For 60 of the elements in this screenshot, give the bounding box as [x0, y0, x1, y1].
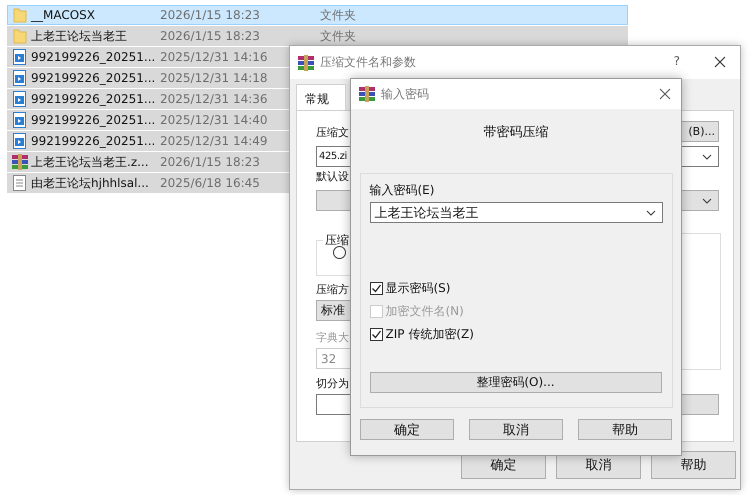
- folder-icon: [12, 7, 26, 23]
- checkbox[interactable]: [370, 328, 382, 341]
- dialog-button[interactable]: 取消: [469, 419, 563, 440]
- file-name: 992199226_20251...: [31, 92, 156, 106]
- field-label: 字典大: [316, 330, 349, 345]
- archive-icon: [359, 86, 375, 102]
- file-type: 文件夹: [320, 28, 356, 44]
- video-file-icon: [13, 91, 26, 107]
- checkbox-label: 显示密码(S): [386, 280, 450, 297]
- archive-icon: [298, 54, 314, 70]
- password-field[interactable]: 上老王论坛当老王: [370, 202, 662, 223]
- file-date: 2025/12/31 14:36: [160, 92, 269, 106]
- video-file-icon: [13, 133, 26, 149]
- close-icon[interactable]: [659, 88, 671, 100]
- file-date: 2025/12/31 14:16: [160, 50, 269, 64]
- checkbox[interactable]: [370, 282, 382, 295]
- organize-passwords-button[interactable]: 整理密码(O)...: [370, 372, 662, 393]
- field-label: 压缩文: [316, 125, 349, 140]
- field-label: 压缩方: [316, 282, 349, 297]
- checkbox-label: 加密文件名(N): [386, 303, 464, 320]
- file-row[interactable]: 上老王论坛当老王 2026/1/15 18:23 文件夹: [7, 26, 628, 46]
- video-file-icon: [13, 70, 26, 86]
- file-date: 2026/1/15 18:23: [160, 29, 261, 43]
- file-date: 2025/12/31 14:18: [160, 71, 269, 85]
- file-date: 2025/6/18 16:45: [160, 176, 261, 190]
- file-row[interactable]: __MACOSX 2026/1/15 18:23 文件夹: [7, 5, 628, 25]
- tab[interactable]: 常规: [296, 84, 346, 110]
- file-date: 2025/12/31 14:40: [160, 113, 269, 127]
- file-date: 2025/12/31 14:49: [160, 134, 269, 148]
- checkbox-label: ZIP 传统加密(Z): [386, 326, 474, 343]
- chevron-down-icon[interactable]: [646, 210, 656, 216]
- chevron-down-icon[interactable]: [702, 198, 712, 204]
- folder-icon: [12, 28, 26, 44]
- file-name: __MACOSX: [31, 8, 96, 22]
- window-title: 输入密码: [381, 86, 429, 102]
- dialog-button[interactable]: 帮助: [578, 419, 672, 440]
- field-label: 切分为: [316, 376, 349, 391]
- close-icon[interactable]: [714, 56, 726, 68]
- file-date: 2026/1/15 18:23: [160, 8, 261, 22]
- file-type: 文件夹: [320, 6, 356, 24]
- video-file-icon: [13, 112, 26, 128]
- file-name: 上老王论坛当老王.z...: [31, 154, 150, 170]
- video-file-icon: [13, 49, 26, 65]
- dialog-button[interactable]: 确定: [360, 419, 454, 440]
- file-name: 992199226_20251...: [31, 113, 156, 127]
- file-name: 992199226_20251...: [31, 50, 156, 64]
- password-label: 输入密码(E): [370, 182, 436, 199]
- file-name: 上老王论坛当老王: [31, 28, 128, 44]
- dialog-button[interactable]: 帮助: [651, 451, 736, 479]
- file-date: 2026/1/15 18:23: [160, 155, 261, 169]
- archive-icon: [12, 154, 28, 170]
- help-button[interactable]: ?: [674, 54, 680, 68]
- file-name: 992199226_20251...: [31, 71, 156, 85]
- field-label: 默认设: [316, 169, 349, 184]
- text-file-icon: [13, 175, 26, 191]
- window-title: 压缩文件名和参数: [320, 54, 416, 71]
- dialog-heading: 带密码压缩: [484, 124, 548, 141]
- chevron-down-icon[interactable]: [702, 154, 712, 160]
- file-name: 由老王论坛hjhhlsal...: [31, 174, 150, 192]
- file-name: 992199226_20251...: [31, 134, 156, 148]
